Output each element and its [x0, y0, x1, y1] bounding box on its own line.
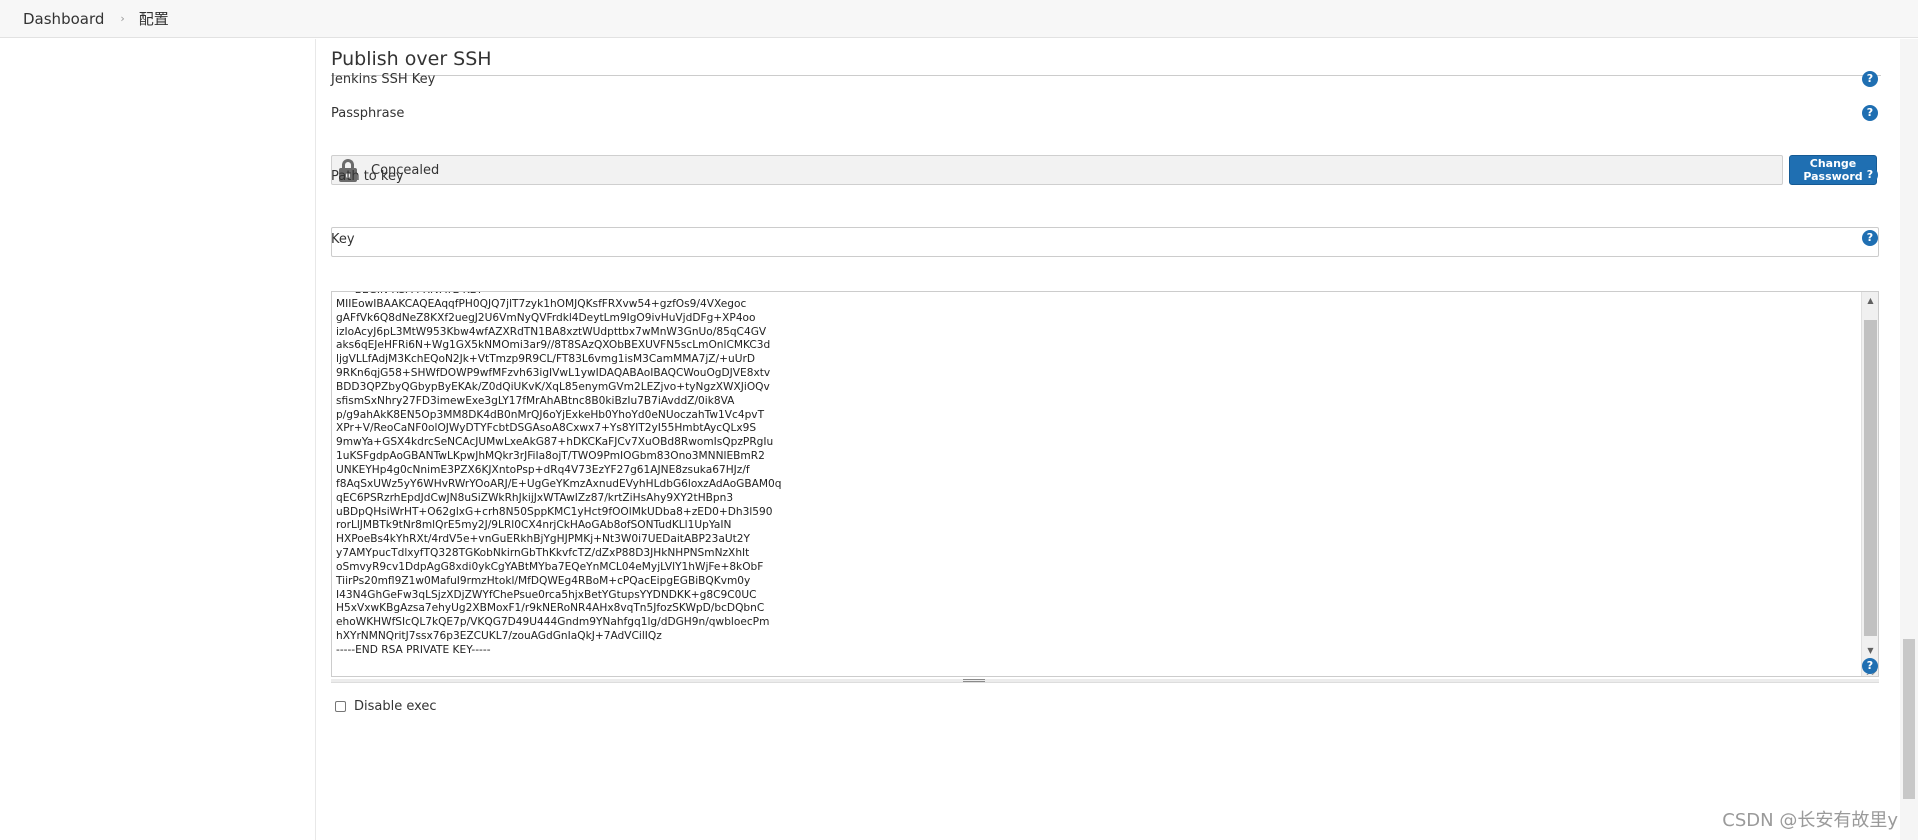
drag-handle-icon[interactable]: [963, 679, 985, 683]
key-textarea[interactable]: -----BEGIN RSA PRIVATE KEY----- MIIEowIB…: [331, 291, 1879, 677]
section-title: Publish over SSH: [331, 48, 492, 70]
jenkins-ssh-key-label: Jenkins SSH Key: [331, 72, 436, 87]
section-divider: [331, 75, 1881, 76]
path-to-key-input[interactable]: [331, 227, 1879, 257]
page-scrollbar[interactable]: [1900, 39, 1918, 840]
passphrase-concealed-field: Concealed: [331, 155, 1783, 185]
disable-exec-checkbox[interactable]: [335, 701, 346, 712]
breadcrumb-dashboard[interactable]: Dashboard: [23, 10, 104, 28]
help-icon[interactable]: ?: [1862, 105, 1878, 121]
breadcrumb-separator: ›: [120, 12, 125, 25]
watermark: CSDN @长安有故里y: [1722, 810, 1898, 831]
key-scroll-thumb[interactable]: [1864, 320, 1877, 636]
help-icon[interactable]: ?: [1862, 230, 1878, 246]
help-icon[interactable]: ?: [1862, 71, 1878, 87]
textarea-resize-bar: [331, 679, 1879, 683]
scroll-down-icon[interactable]: ▼: [1862, 642, 1878, 659]
key-text[interactable]: -----BEGIN RSA PRIVATE KEY----- MIIEowIB…: [336, 292, 782, 658]
breadcrumb-configure[interactable]: 配置: [139, 8, 169, 29]
key-label: Key: [331, 232, 355, 247]
disable-exec-label: Disable exec: [354, 699, 437, 714]
help-icon[interactable]: ?: [1862, 658, 1878, 674]
side-panel: [0, 39, 316, 840]
disable-exec-row: Disable exec: [335, 699, 437, 714]
breadcrumb: Dashboard › 配置: [0, 0, 1918, 38]
help-icon[interactable]: ?: [1862, 167, 1878, 183]
passphrase-label: Passphrase: [331, 106, 405, 121]
path-to-key-label: Path to key: [331, 169, 404, 184]
config-main: Publish over SSH Jenkins SSH Key ? Passp…: [317, 39, 1885, 840]
scroll-up-icon[interactable]: ▲: [1862, 292, 1878, 309]
page-scroll-thumb[interactable]: [1903, 639, 1915, 799]
key-scrollbar[interactable]: ▲ ▼: [1861, 292, 1878, 676]
